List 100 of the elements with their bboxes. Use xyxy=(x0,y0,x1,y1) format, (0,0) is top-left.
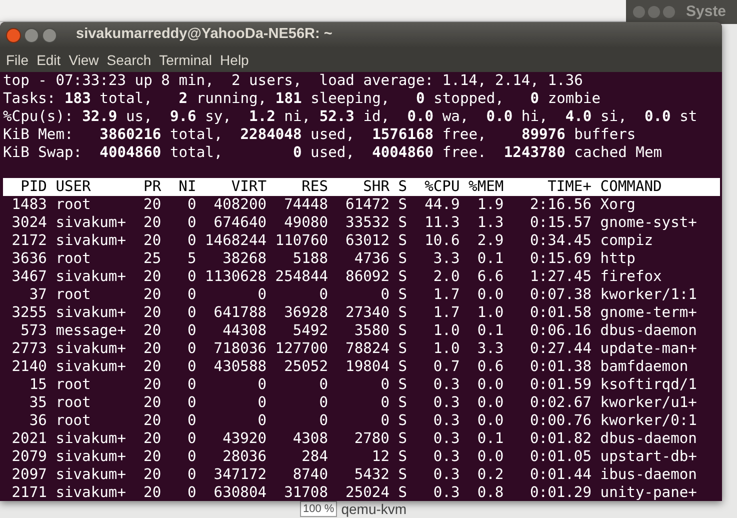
table-cell: S xyxy=(398,340,408,358)
table-cell: 110760 xyxy=(275,232,328,250)
table-cell-text: 20 xyxy=(142,286,162,304)
table-cell-text: 3467 xyxy=(10,268,47,286)
table-cell: S xyxy=(398,448,408,466)
summary-line: %Cpu(s): 32.9 us, 9.6 sy, 1.2 ni, 52.3 id, 0.0 wa, 0.0 hi, 4.0 si, 0.0 st xyxy=(3,108,698,126)
table-cell-text: kworker/1:1 xyxy=(600,286,698,304)
table-cell-text: 1.7 xyxy=(432,286,460,304)
table-cell-text: 284 xyxy=(300,448,328,466)
table-cell-text: 15 xyxy=(28,376,47,394)
table-cell-text: 20 xyxy=(142,448,162,466)
table-cell-text: 0 xyxy=(380,376,390,394)
table-cell-text: 0.3 xyxy=(432,412,460,430)
menu-item[interactable]: Edit xyxy=(32,50,65,70)
table-cell-text: 1:27.45 xyxy=(529,268,592,286)
table-cell-text: 0:01.38 xyxy=(529,358,592,376)
table-cell-text: 20 xyxy=(142,268,162,286)
table-cell-text: 10.6 xyxy=(424,232,460,250)
table-cell-text: 1.3 xyxy=(476,214,504,232)
table-cell-text: 3255 xyxy=(10,304,47,322)
column-header: %CPU xyxy=(424,178,460,196)
table-cell: sivakum+ xyxy=(56,466,126,484)
table-cell: sivakum+ xyxy=(56,448,126,466)
table-cell-text: 5432 xyxy=(353,466,390,484)
table-cell-text: 0 xyxy=(318,394,328,412)
table-cell-text: 1.0 xyxy=(432,322,460,340)
column-header: TIME+ xyxy=(546,178,592,196)
menu-item[interactable]: View xyxy=(64,50,103,70)
window-title: Syste xyxy=(686,2,726,22)
table-cell-text: upstart-db+ xyxy=(600,448,698,466)
table-cell-text: gnome-syst+ xyxy=(600,214,698,232)
table-cell-text: 0 xyxy=(186,484,196,501)
table-cell-text: 0.0 xyxy=(476,286,504,304)
column-header: COMMAND xyxy=(600,178,663,196)
table-cell-text: bamfdaemon xyxy=(600,358,690,376)
table-cell-text: 0.1 xyxy=(476,430,504,448)
table-cell: S xyxy=(398,250,408,268)
table-cell-text: 0:06.16 xyxy=(529,322,592,340)
table-cell-text: 25024 xyxy=(344,484,390,501)
table-cell-text: ibus-daemon xyxy=(600,466,698,484)
table-cell-text: 0 xyxy=(186,376,196,394)
table-cell: sivakum+ xyxy=(56,484,126,501)
table-cell-text: 0:01.82 xyxy=(529,430,592,448)
table-cell-text: root xyxy=(56,412,92,430)
table-cell: S xyxy=(398,232,408,250)
window-title: sivakumarreddy@YahooDa-NE56R: ~ xyxy=(76,25,332,44)
table-cell-text: 31708 xyxy=(283,484,328,501)
table-cell-text: 347172 xyxy=(212,466,267,484)
table-cell-text: 2097 xyxy=(10,466,47,484)
table-cell-text: 0:34.45 xyxy=(529,232,592,250)
table-cell-text: 0.8 xyxy=(476,484,504,501)
table-cell-text: 0:01.58 xyxy=(529,304,592,322)
table-cell-text: 20 xyxy=(142,232,162,250)
table-cell-text: 44.9 xyxy=(424,196,460,214)
table-cell-text: 0 xyxy=(256,376,267,394)
table-cell-text: 3.3 xyxy=(476,340,504,358)
menu-item[interactable]: Help xyxy=(216,50,253,70)
column-header: NI xyxy=(178,178,196,196)
table-cell-text: 0 xyxy=(186,340,196,358)
table-cell-text: 0 xyxy=(186,466,196,484)
menu-item[interactable]: Search xyxy=(102,50,156,70)
table-cell-text: 33532 xyxy=(344,214,390,232)
table-cell-text: 1.0 xyxy=(432,340,460,358)
table-cell-text: 408200 xyxy=(212,196,267,214)
table-cell-text: 0 xyxy=(186,214,196,232)
column-header: SHR xyxy=(362,178,390,196)
summary-line: KiB Mem: 3860216 total, 2284048 used, 1576168 free, 89976 buffers xyxy=(3,126,636,144)
table-cell: 254844 xyxy=(275,268,328,286)
table-cell-text: 0 xyxy=(318,412,328,430)
table-cell-text: 0.0 xyxy=(476,448,504,466)
table-cell-text: 630804 xyxy=(212,484,267,501)
table-cell: sivakum+ xyxy=(56,214,126,232)
table-cell-text: 3636 xyxy=(10,250,47,268)
table-cell-text: 28036 xyxy=(222,448,267,466)
table-cell-text: 61472 xyxy=(344,196,390,214)
table-cell: sivakum+ xyxy=(56,268,126,286)
table-cell-text: 20 xyxy=(142,412,162,430)
table-cell: S xyxy=(398,376,408,394)
table-cell-text: 0:27.44 xyxy=(529,340,592,358)
menu-item[interactable]: File xyxy=(2,50,33,70)
table-cell: S xyxy=(398,394,408,412)
percent-label: 100 % xyxy=(300,501,338,517)
table-cell-text: 20 xyxy=(142,358,162,376)
column-header: %MEM xyxy=(468,178,504,196)
table-cell-text: 430588 xyxy=(212,358,267,376)
table-cell: S xyxy=(398,430,408,448)
table-cell: sivakum+ xyxy=(56,430,126,448)
table-cell: 1468244 xyxy=(205,232,267,250)
table-cell: S xyxy=(398,466,408,484)
table-cell-text: 2.9 xyxy=(476,232,504,250)
table-cell-text: 0.3 xyxy=(432,484,460,501)
table-cell: sivakum+ xyxy=(56,304,126,322)
table-cell-text: 0.3 xyxy=(432,394,460,412)
menu-item[interactable]: Terminal xyxy=(155,50,216,70)
table-cell-text: gnome-term+ xyxy=(600,304,698,322)
table-cell-text: 0:15.57 xyxy=(529,214,592,232)
table-cell-text: kworker/0:1 xyxy=(600,412,698,430)
table-cell-text: 0.6 xyxy=(476,358,504,376)
table-cell-text: 0:01.05 xyxy=(529,448,592,466)
table-cell-text: 20 xyxy=(142,304,162,322)
